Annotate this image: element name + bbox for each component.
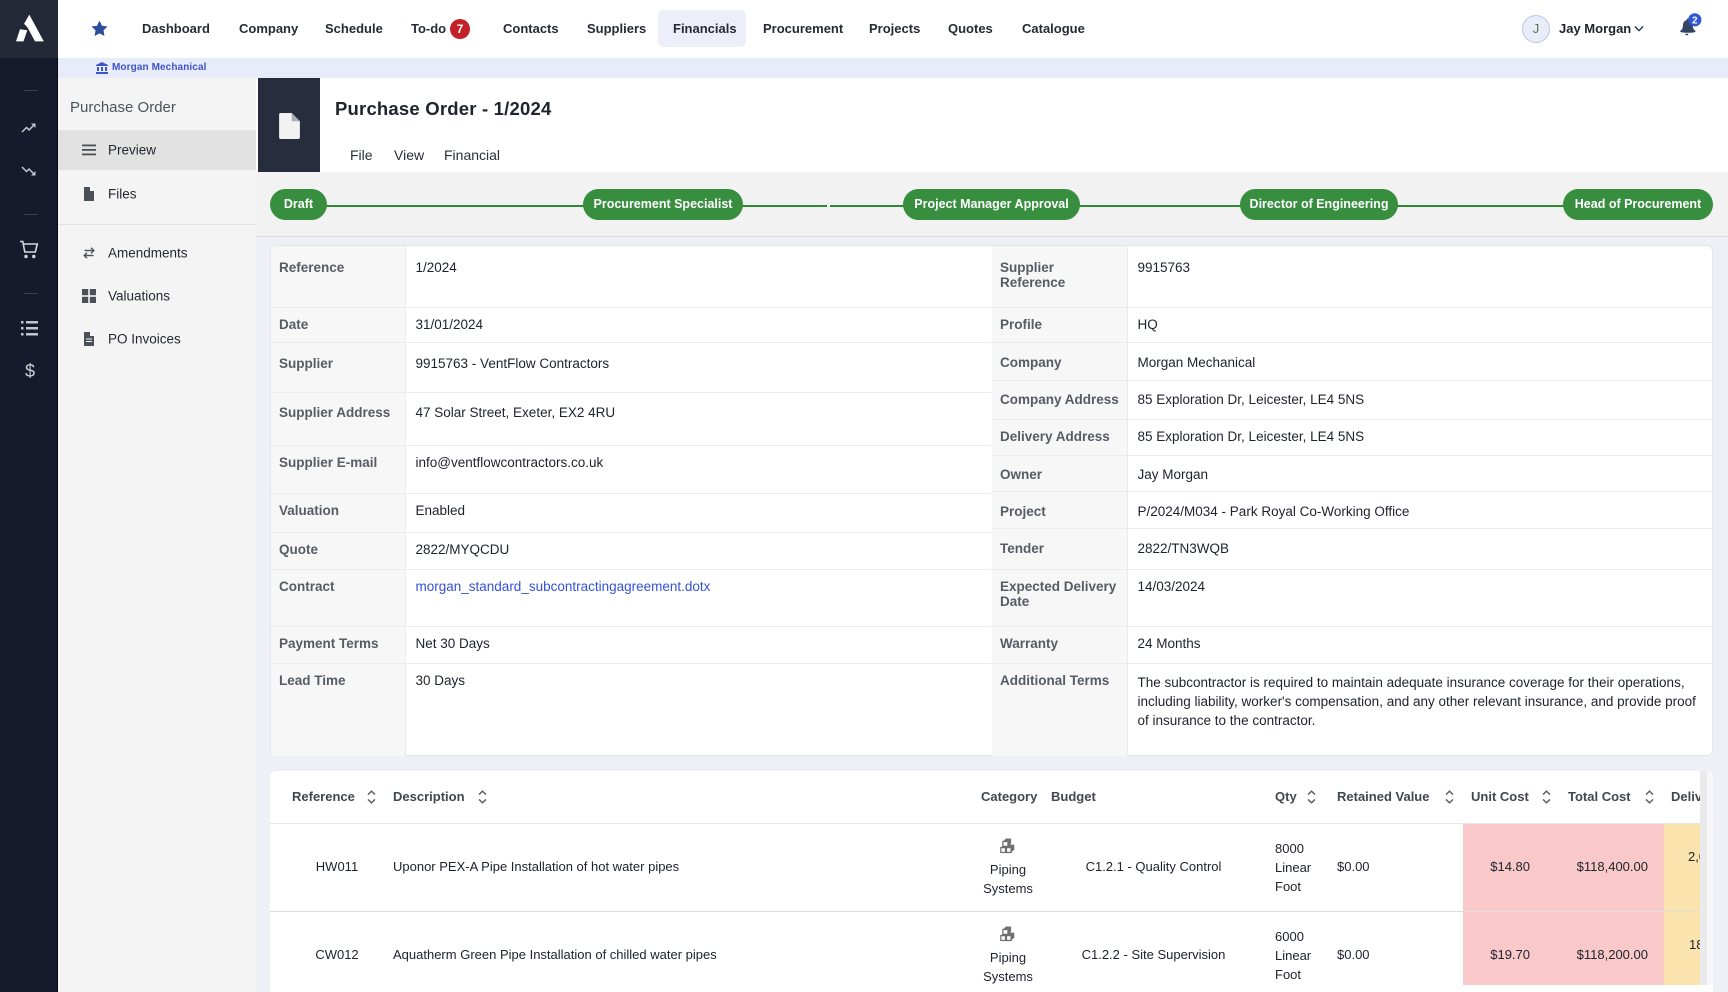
svg-text:2: 2 [1692, 15, 1698, 26]
